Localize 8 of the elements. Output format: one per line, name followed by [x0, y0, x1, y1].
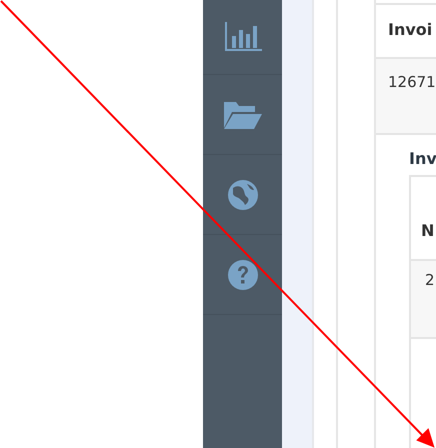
folder-icon[interactable]: [224, 100, 262, 130]
table-cell: 2: [411, 259, 436, 339]
column-header: Invoi: [387, 19, 434, 41]
table-cell: 12671: [376, 57, 436, 135]
column-header: N: [420, 220, 436, 242]
globe-icon[interactable]: [228, 180, 258, 210]
help-icon[interactable]: [228, 260, 258, 290]
bar-chart-icon[interactable]: [224, 22, 262, 52]
